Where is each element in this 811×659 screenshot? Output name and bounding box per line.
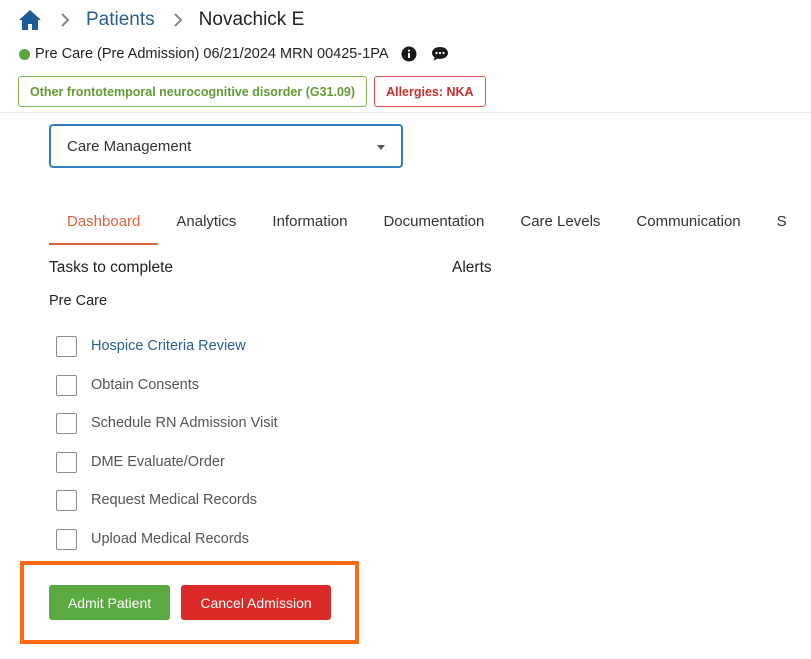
patient-badges: Other frontotemporal neurocognitive diso… [18,76,486,107]
task-label: Obtain Consents [91,376,200,393]
task-item: Hospice Criteria Review [56,336,278,375]
tab-dashboard[interactable]: Dashboard [49,203,159,245]
program-select-value: Care Management [67,137,192,155]
task-list: Hospice Criteria Review Obtain Consents … [56,336,278,567]
breadcrumb-patient-name: Novachick E [198,9,305,30]
tab-care-levels[interactable]: Care Levels [502,203,618,245]
task-group-title: Pre Care [49,293,108,309]
task-checkbox[interactable] [56,451,77,473]
alerts-heading: Alerts [452,259,492,276]
tab-overflow[interactable]: S [759,203,805,245]
tab-information[interactable]: Information [254,203,365,245]
task-checkbox[interactable] [56,413,77,434]
chevron-right-icon [173,13,183,27]
program-select[interactable]: Care Management [49,124,403,168]
tab-communication[interactable]: Communication [618,203,758,245]
task-label: Upload Medical Records [91,530,249,547]
task-item: DME Evaluate/Order [56,451,278,491]
task-label-link[interactable]: Hospice Criteria Review [91,336,246,357]
info-icon[interactable] [401,46,417,62]
patient-status: Pre Care [35,46,94,62]
home-icon[interactable] [18,9,42,31]
cancel-admission-button[interactable]: Cancel Admission [181,585,331,620]
chevron-right-icon [60,13,70,27]
task-checkbox[interactable] [56,336,77,357]
patient-header: Patients Novachick E Pre Care (Pre Admis… [0,0,811,113]
chat-icon[interactable] [431,46,449,62]
task-label: Request Medical Records [91,492,258,508]
tab-analytics[interactable]: Analytics [158,203,254,245]
tab-bar: Dashboard Analytics Information Document… [49,203,805,245]
task-label: DME Evaluate/Order [91,453,225,470]
breadcrumb: Patients Novachick E [18,8,304,32]
task-checkbox[interactable] [56,528,77,550]
task-checkbox[interactable] [56,490,77,511]
breadcrumb-patients-link[interactable]: Patients [86,9,155,31]
caret-down-icon [377,145,385,150]
tab-documentation[interactable]: Documentation [365,203,502,245]
tasks-heading: Tasks to complete [49,259,174,276]
task-item: Obtain Consents [56,374,278,414]
allergies-badge[interactable]: Allergies: NKA [374,76,486,107]
diagnosis-badge[interactable]: Other frontotemporal neurocognitive diso… [18,76,368,107]
task-label: Schedule RN Admission Visit [91,415,278,431]
admission-info: (Pre Admission) 06/21/2024 MRN 00425-1PA [97,46,389,62]
admit-patient-button[interactable]: Admit Patient [49,585,170,620]
task-item: Schedule RN Admission Visit [56,413,278,452]
task-item: Request Medical Records [56,490,278,529]
patient-summary: Pre Care (Pre Admission) 06/21/2024 MRN … [19,44,449,64]
task-checkbox[interactable] [56,374,77,396]
status-dot [19,48,30,60]
